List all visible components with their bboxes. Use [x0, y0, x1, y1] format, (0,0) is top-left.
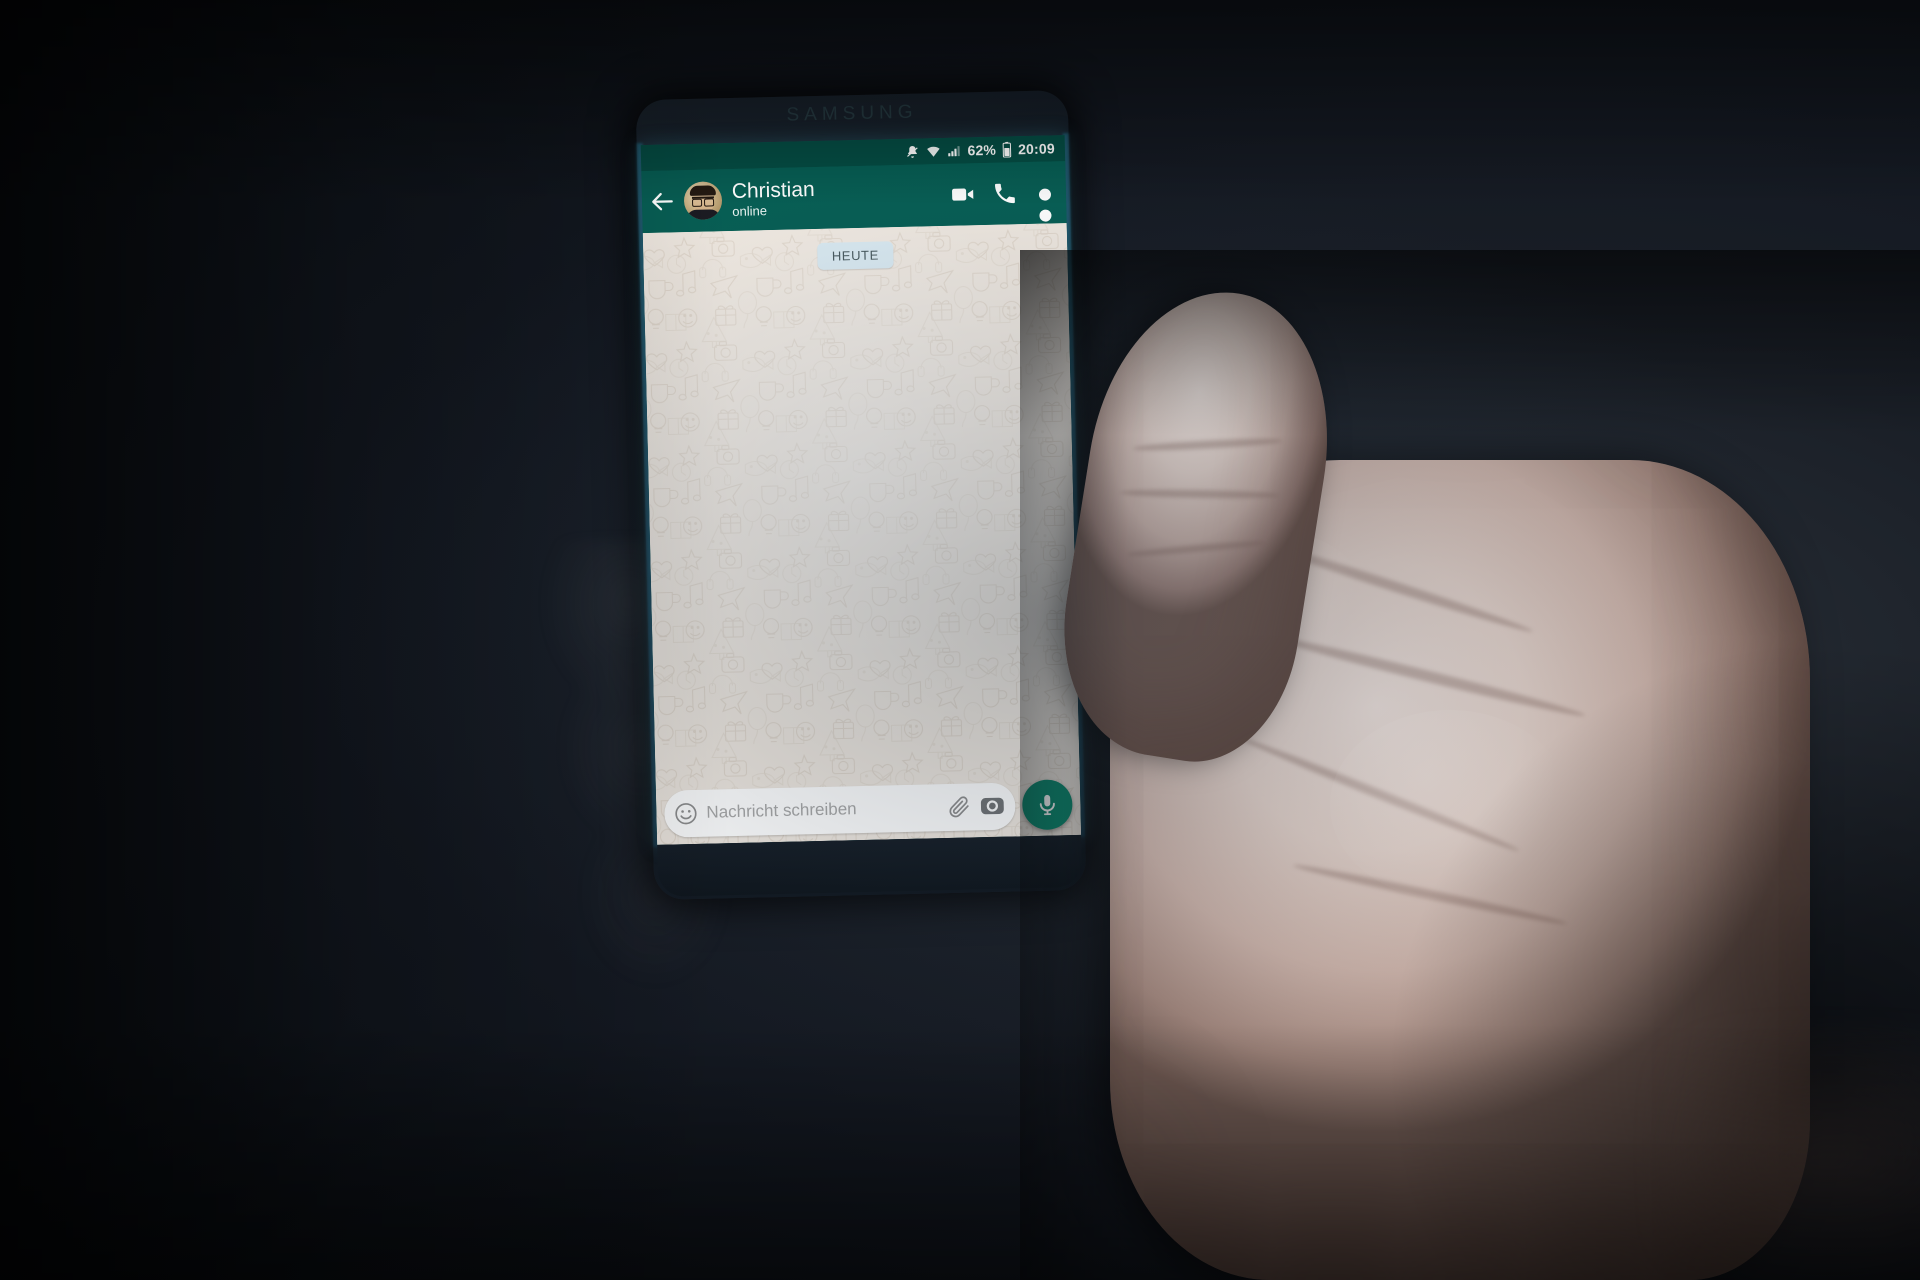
- vignette-overlay: [0, 0, 1920, 1280]
- screenshot-stage: SAMSUNG: [0, 0, 1920, 1280]
